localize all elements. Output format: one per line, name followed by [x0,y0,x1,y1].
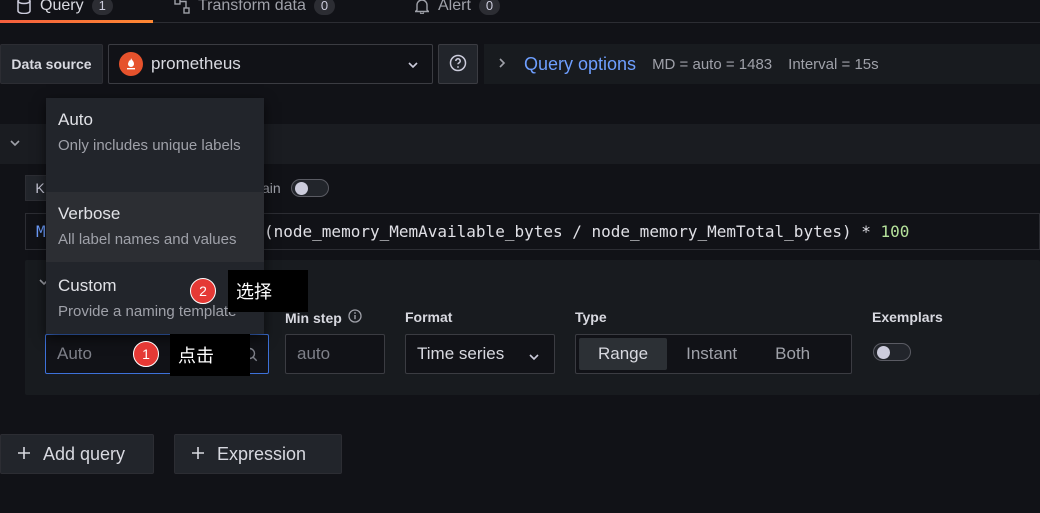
chevron-down-icon [406,57,420,77]
tab-count: 1 [91,0,113,15]
tab-bar [0,0,1040,23]
legend-placeholder: Auto [57,344,92,363]
format-select[interactable]: Time series [405,334,555,374]
exemplars-toggle[interactable] [873,343,911,361]
datasource-picker[interactable]: prometheus [108,44,433,84]
add-query-label: Add query [43,443,126,464]
annotation-badge-1: 1 [133,341,159,367]
tab-query[interactable]: Query 1 [16,0,113,22]
min-step-placeholder: auto [297,344,331,363]
explain-toggle[interactable] [291,179,329,197]
tab-count: 0 [478,0,501,15]
info-circle-icon[interactable] [348,309,362,326]
exemplars-label: Exemplars [872,309,943,325]
query-expression: (node_memory_MemAvailable_bytes / node_m… [264,222,881,241]
chevron-right-icon [496,56,508,72]
annotation-badge-2: 2 [190,278,216,304]
bell-icon [414,0,430,14]
chevron-down-icon [528,348,540,368]
datasource-value: prometheus [151,54,241,73]
type-range-button[interactable]: Range [579,338,668,370]
help-button[interactable] [438,44,478,84]
query-type-radio-group: Range Instant Both [575,334,852,374]
tab-transform-data[interactable]: Transform data 0 [174,0,336,22]
type-both-button[interactable]: Both [756,338,829,370]
tab-label: Transform data [198,0,306,14]
prometheus-logo-icon [119,52,143,76]
plus-icon [17,444,31,465]
add-query-button[interactable]: Add query [0,434,154,474]
query-options-bar[interactable]: Query options MD = auto = 1483 Interval … [484,44,1040,84]
tab-alert[interactable]: Alert 0 [414,0,501,22]
option-title: Auto [58,110,93,129]
max-data-points: MD = auto = 1483 [652,55,773,73]
plus-icon [191,444,205,465]
active-tab-indicator [0,20,153,23]
chevron-down-icon[interactable] [8,136,22,153]
query-number: 100 [880,222,910,241]
tab-count: 0 [313,0,336,15]
format-label: Format [405,309,453,325]
option-description: All label names and values [58,231,237,248]
option-description: Provide a naming template [58,303,237,320]
question-circle-icon [449,54,467,75]
transform-icon [174,0,190,14]
type-label: Type [575,309,607,325]
datasource-label: Data source [0,44,103,84]
annotation-callout-2: 选择 [228,270,308,312]
option-title: Verbose [58,204,121,223]
min-step-input[interactable]: auto [285,334,385,374]
explain-label: ain [262,180,281,196]
add-expression-button[interactable]: Expression [174,434,342,474]
interval-value: Interval = 15s [788,55,879,73]
query-options-title[interactable]: Query options [524,54,636,75]
option-description: Only includes unique labels [58,137,241,154]
annotation-callout-1: 点击 [170,334,250,376]
database-icon [16,0,32,14]
option-title: Custom [58,276,117,295]
menu-option-auto[interactable]: Auto Only includes unique labels [46,98,264,192]
add-expression-label: Expression [217,443,307,464]
type-instant-button[interactable]: Instant [667,338,756,370]
tab-label: Query [40,0,84,14]
format-value: Time series [417,344,505,363]
menu-option-verbose[interactable]: Verbose All label names and values [46,192,264,262]
tab-label: Alert [438,0,471,14]
